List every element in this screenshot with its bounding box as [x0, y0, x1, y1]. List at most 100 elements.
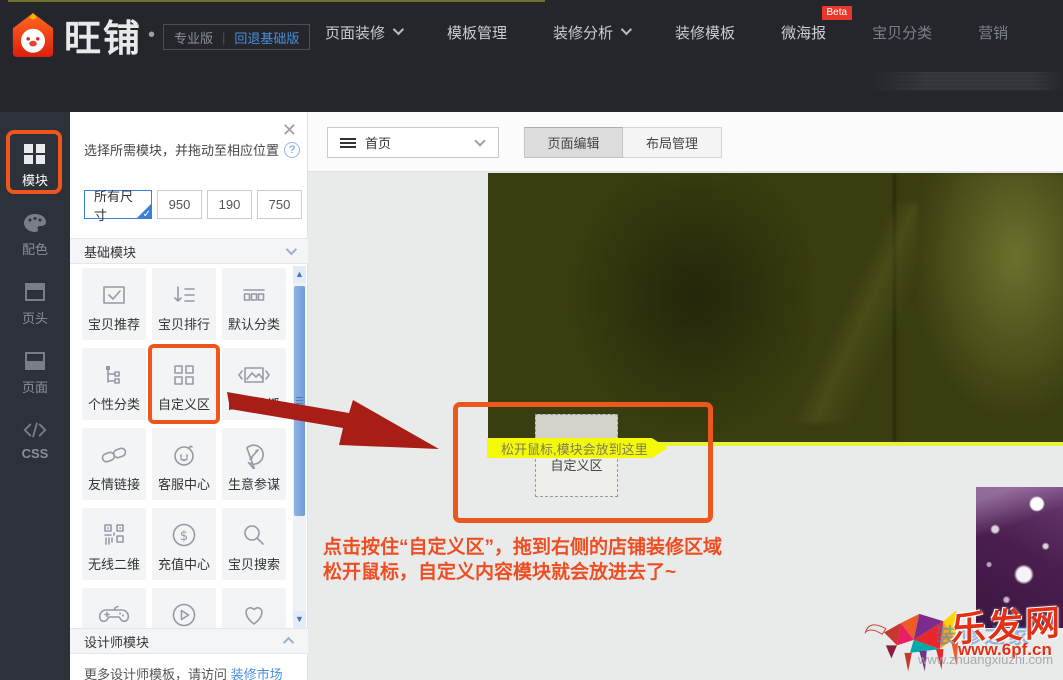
decoration-market-link[interactable]: 装修市场	[231, 667, 283, 680]
top-edge-artifact-line	[8, 0, 545, 2]
chevron-down-icon	[286, 244, 297, 255]
module-tile-友情链接[interactable]: 友情链接	[82, 428, 146, 500]
sidebar-item-页面[interactable]: 页面	[0, 349, 70, 396]
css-code-icon	[22, 418, 48, 442]
nav-item-7[interactable]: 营销	[978, 22, 1008, 43]
heart-icon	[239, 600, 269, 628]
sidebar-item-label: CSS	[22, 446, 49, 461]
size-filter-label: 190	[219, 197, 241, 212]
checkbox-icon	[100, 280, 128, 310]
instruction-line-1: 点击按住“自定义区”，拖到右侧的店铺装修区域	[323, 535, 722, 560]
nav-item-5[interactable]: 微海报Beta	[781, 22, 826, 43]
tutorial-instructions: 点击按住“自定义区”，拖到右侧的店铺装修区域 松开鼠标，自定义内容模块就会放进去…	[323, 535, 722, 585]
size-filter-950[interactable]: 950	[157, 190, 202, 219]
module-tile-无线二维[interactable]: 无线二维	[82, 508, 146, 580]
default-category-icon	[240, 280, 268, 310]
service-smiley-icon	[170, 440, 198, 470]
module-tile-充值中心[interactable]: $ 充值中心	[152, 508, 216, 580]
modules-grid-icon	[22, 142, 48, 166]
sidebar-item-label: 页头	[22, 308, 48, 327]
module-tile-label: 友情链接	[88, 474, 140, 493]
sidebar-item-CSS[interactable]: CSS	[0, 418, 70, 461]
section-basic-modules[interactable]: 基础模块	[70, 238, 308, 264]
sidebar-item-label: 页面	[22, 377, 48, 396]
nav-item-1[interactable]: 页面装修	[325, 22, 401, 43]
module-tile-自定义区[interactable]: 自定义区	[152, 348, 216, 420]
scroll-down-icon[interactable]: ▼	[293, 611, 306, 628]
logo-dot: •	[148, 24, 155, 47]
help-icon[interactable]: ?	[284, 142, 300, 158]
version-box: 专业版 | 回退基础版	[163, 24, 310, 50]
blurred-text-streak	[868, 72, 1063, 92]
gamepad-icon	[97, 600, 131, 628]
ranking-icon	[170, 280, 198, 310]
size-filter-190[interactable]: 190	[207, 190, 252, 219]
section-designer-modules[interactable]: 设计师模块	[70, 628, 308, 654]
chevron-down-icon	[393, 23, 404, 34]
size-filter-label: 950	[169, 197, 191, 212]
page-selector-dropdown[interactable]: 首页	[327, 127, 499, 158]
palette-icon	[22, 211, 48, 235]
search-icon	[240, 520, 268, 550]
scroll-up-icon[interactable]: ▲	[293, 266, 306, 283]
panel-footer-note: 更多设计师模板，请访问 装修市场	[84, 664, 283, 680]
rollback-basic-link[interactable]: 回退基础版	[234, 28, 299, 47]
nav-item-label: 页面装修	[325, 22, 385, 43]
module-tile-客服中心[interactable]: 客服中心	[152, 428, 216, 500]
banner-model-fold	[788, 203, 918, 423]
size-filter-所有尺寸[interactable]: 所有尺寸✓	[84, 190, 152, 219]
sidebar-item-页头[interactable]: 页头	[0, 280, 70, 327]
chevron-up-icon	[283, 637, 294, 648]
editor-header: 首页 页面编辑布局管理	[308, 112, 1063, 172]
nav-item-4[interactable]: 装修模板	[675, 22, 735, 43]
carousel-icon	[237, 360, 271, 390]
red-arrow-annotation	[213, 392, 573, 512]
section-designer-title: 设计师模块	[84, 632, 149, 651]
close-icon[interactable]: ✕	[282, 122, 297, 138]
app-logo[interactable]: 旺铺 • 专业版 | 回退基础版	[10, 8, 310, 62]
play-circle-icon	[169, 600, 199, 628]
module-tile-heart-icon[interactable]	[222, 588, 286, 628]
size-filter-label: 所有尺寸	[94, 186, 142, 224]
left-tool-rail: 模块配色页头页面 CSS	[0, 112, 70, 680]
nav-item-2[interactable]: 模板管理	[447, 22, 507, 43]
wangpu-logo-icon	[10, 12, 56, 58]
module-tile-默认分类[interactable]: 默认分类	[222, 268, 286, 340]
qrcode-icon	[100, 520, 128, 550]
footer-note-text: 更多设计师模板，请访问	[84, 667, 227, 680]
dollar-circle-icon: $	[169, 520, 199, 550]
instruction-line-2: 松开鼠标，自定义内容模块就会放进去了~	[323, 560, 722, 585]
module-tile-宝贝排行[interactable]: 宝贝排行	[152, 268, 216, 340]
size-filter-label: 750	[269, 197, 291, 212]
nav-item-label: 微海报	[781, 22, 826, 43]
beta-badge: Beta	[822, 6, 853, 20]
module-tile-gamepad-icon[interactable]	[82, 588, 146, 628]
sidebar-item-模块[interactable]: 模块	[0, 142, 70, 189]
page-icon	[22, 349, 48, 373]
custom-area-icon	[170, 360, 198, 390]
svg-text:$: $	[180, 529, 188, 544]
version-separator: |	[222, 30, 225, 45]
size-filter-group: 所有尺寸✓ 950 190 750	[84, 190, 307, 219]
nav-item-label: 营销	[978, 22, 1008, 43]
nav-item-label: 模板管理	[447, 22, 507, 43]
module-tile-label: 个性分类	[88, 394, 140, 413]
editor-tabs: 页面编辑布局管理	[524, 127, 722, 158]
module-tile-label: 宝贝搜索	[228, 554, 280, 573]
tab-layout-manage[interactable]: 布局管理	[623, 127, 722, 158]
nav-item-3[interactable]: 装修分析	[553, 22, 629, 43]
module-tile-宝贝搜索[interactable]: 宝贝搜索	[222, 508, 286, 580]
sidebar-item-配色[interactable]: 配色	[0, 211, 70, 258]
module-tile-label: 充值中心	[158, 554, 210, 573]
module-tile-宝贝推荐[interactable]: 宝贝推荐	[82, 268, 146, 340]
banner-model-arm	[918, 173, 1063, 413]
nav-item-label: 装修模板	[675, 22, 735, 43]
decoration-canvas[interactable]: 自定义区 松开鼠标,模块会放到这里 点击按住“自定义区”，拖到右侧的店铺装修区域…	[308, 172, 1063, 680]
nav-item-6[interactable]: 宝贝分类	[872, 22, 932, 43]
size-filter-750[interactable]: 750	[257, 190, 302, 219]
module-tile-个性分类[interactable]: 个性分类	[82, 348, 146, 420]
module-tile-play-circle-icon[interactable]	[152, 588, 216, 628]
page-header-icon	[22, 280, 48, 304]
tab-page-edit[interactable]: 页面编辑	[524, 127, 623, 158]
watermark-sub-url: www.zhuangxiuzhi.com	[918, 652, 1053, 667]
